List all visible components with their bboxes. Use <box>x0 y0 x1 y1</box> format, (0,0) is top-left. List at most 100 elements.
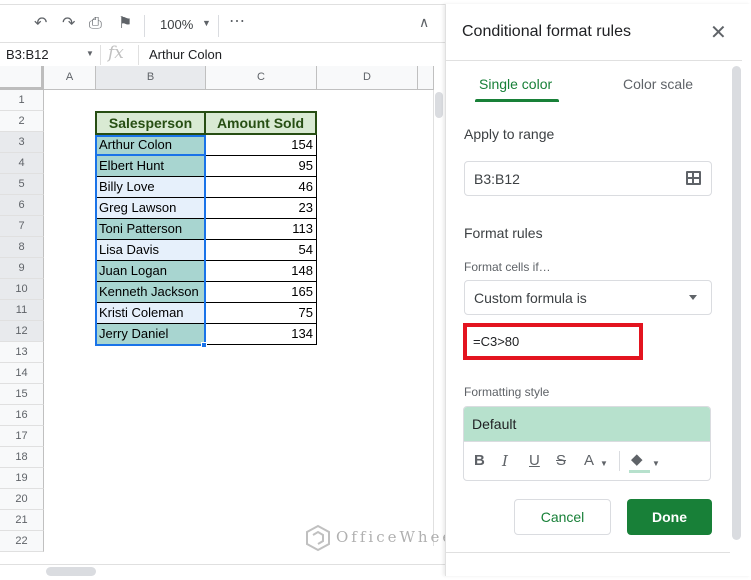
salesperson-cell[interactable]: Jerry Daniel <box>95 324 206 345</box>
row-header[interactable]: 16 <box>0 405 44 426</box>
vertical-scroll-thumb[interactable] <box>435 92 443 118</box>
amount-cell[interactable]: 75 <box>206 303 317 324</box>
text-color-button[interactable]: A <box>584 452 594 469</box>
amount-cell[interactable]: 113 <box>206 219 317 240</box>
column-header-d[interactable]: D <box>317 66 418 90</box>
tab-single-color[interactable]: Single color <box>479 76 552 92</box>
paint-format-icon[interactable]: ⚑ <box>118 15 132 33</box>
column-header-c[interactable]: C <box>206 66 317 90</box>
fx-icon: fx <box>108 43 124 63</box>
row-header[interactable]: 11 <box>0 300 44 321</box>
row-header[interactable]: 19 <box>0 468 44 489</box>
bold-button[interactable]: B <box>474 452 485 469</box>
salesperson-cell[interactable]: Kristi Coleman <box>95 303 206 324</box>
formula-input[interactable]: Arthur Colon <box>149 47 222 62</box>
row-header[interactable]: 9 <box>0 258 44 279</box>
salesperson-cell[interactable]: Toni Patterson <box>95 219 206 240</box>
salesperson-cell[interactable]: Juan Logan <box>95 261 206 282</box>
fill-color-icon[interactable]: ◆ <box>631 450 643 468</box>
row-header[interactable]: 3 <box>0 132 44 153</box>
salesperson-cell[interactable]: Greg Lawson <box>95 198 206 219</box>
conditional-format-panel: Conditional format rules ✕ Single color … <box>445 4 751 576</box>
divider <box>619 451 620 471</box>
style-preview-default[interactable]: Default <box>464 407 710 442</box>
row-header[interactable]: 14 <box>0 363 44 384</box>
row-header[interactable]: 7 <box>0 216 44 237</box>
row-header[interactable]: 12 <box>0 321 44 342</box>
tab-color-scale[interactable]: Color scale <box>623 76 693 92</box>
row-header[interactable]: 21 <box>0 510 44 531</box>
divider <box>446 60 742 61</box>
chevron-down-icon[interactable]: ▼ <box>600 459 608 468</box>
column-header-b[interactable]: B <box>96 66 206 90</box>
salesperson-cell[interactable]: Elbert Hunt <box>95 156 206 177</box>
chevron-down-icon[interactable] <box>689 295 697 300</box>
amount-cell[interactable]: 54 <box>206 240 317 261</box>
row-header[interactable]: 20 <box>0 489 44 510</box>
row-header[interactable]: 8 <box>0 237 44 258</box>
range-value: B3:B12 <box>474 171 520 187</box>
condition-value: Custom formula is <box>474 290 587 306</box>
row-header[interactable]: 22 <box>0 531 44 552</box>
row-header[interactable]: 6 <box>0 195 44 216</box>
amount-cell[interactable]: 46 <box>206 177 317 198</box>
toolbar: ↶ ↷ ⎙ ⚑ 100% ▼ ⋯ ∧ <box>0 4 445 42</box>
divider <box>138 45 139 65</box>
more-icon[interactable]: ⋯ <box>229 13 245 31</box>
custom-formula-input[interactable]: =C3>80 <box>463 323 643 360</box>
done-button[interactable]: Done <box>627 499 712 535</box>
salesperson-cell[interactable]: Kenneth Jackson <box>95 282 206 303</box>
collapse-icon[interactable]: ∧ <box>419 13 429 31</box>
toolbar-divider <box>218 15 219 37</box>
select-range-icon[interactable] <box>686 171 701 185</box>
zoom-select[interactable]: 100% <box>160 17 193 32</box>
underline-button[interactable]: U <box>529 452 540 469</box>
row-header[interactable]: 18 <box>0 447 44 468</box>
condition-select[interactable]: Custom formula is <box>464 280 712 315</box>
toolbar-divider <box>144 15 145 37</box>
panel-title: Conditional format rules <box>462 23 631 40</box>
formula-value: =C3>80 <box>473 334 520 349</box>
row-header[interactable]: 5 <box>0 174 44 195</box>
format-rules-label: Format rules <box>464 225 543 241</box>
chevron-down-icon[interactable]: ▼ <box>652 459 660 468</box>
salesperson-cell[interactable]: Billy Love <box>95 177 206 198</box>
print-icon[interactable]: ⎙ <box>89 15 102 33</box>
chevron-down-icon[interactable]: ▼ <box>202 18 211 28</box>
amount-cell[interactable]: 95 <box>206 156 317 177</box>
undo-icon[interactable]: ↶ <box>34 15 47 33</box>
italic-button[interactable]: I <box>502 452 508 470</box>
horizontal-scroll-thumb[interactable] <box>46 567 96 576</box>
strikethrough-button[interactable]: S <box>556 452 566 469</box>
fill-handle[interactable] <box>201 342 207 348</box>
cancel-button[interactable]: Cancel <box>514 499 611 535</box>
row-header[interactable]: 13 <box>0 342 44 363</box>
officewheel-logo-icon <box>306 524 330 552</box>
select-all-corner[interactable] <box>0 66 44 90</box>
row-header[interactable]: 1 <box>0 90 44 111</box>
column-header-e[interactable] <box>418 66 434 90</box>
panel-scrollbar[interactable] <box>732 66 741 540</box>
salesperson-cell[interactable]: Lisa Davis <box>95 240 206 261</box>
close-icon[interactable]: ✕ <box>710 20 727 45</box>
amount-cell[interactable]: 134 <box>206 324 317 345</box>
range-input[interactable]: B3:B12 <box>464 161 712 196</box>
row-header[interactable]: 10 <box>0 279 44 300</box>
row-header[interactable]: 15 <box>0 384 44 405</box>
active-tab-indicator <box>475 99 559 102</box>
amount-cell[interactable]: 165 <box>206 282 317 303</box>
chevron-down-icon[interactable]: ▼ <box>86 49 94 58</box>
amount-cell[interactable]: 148 <box>206 261 317 282</box>
amount-cell[interactable]: 154 <box>206 135 317 156</box>
row-header[interactable]: 2 <box>0 111 44 132</box>
row-header[interactable]: 17 <box>0 426 44 447</box>
header-amount-sold[interactable]: Amount Sold <box>204 111 317 135</box>
column-header-a[interactable]: A <box>44 66 96 90</box>
row-header[interactable]: 4 <box>0 153 44 174</box>
redo-icon[interactable]: ↷ <box>62 15 75 33</box>
spreadsheet-grid[interactable]: A B C D 1 2 3 4 5 6 7 8 9 10 11 12 13 14 15 16 17 18 19 20 2… <box>0 66 445 566</box>
header-salesperson[interactable]: Salesperson <box>95 111 206 135</box>
amount-cell[interactable]: 23 <box>206 198 317 219</box>
vertical-scrollbar[interactable] <box>433 90 445 546</box>
name-box[interactable]: B3:B12 <box>6 47 49 62</box>
